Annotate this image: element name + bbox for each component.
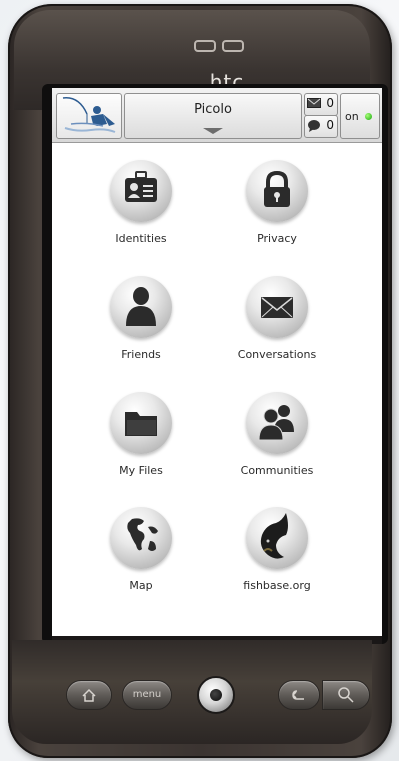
online-status-toggle[interactable]: on	[340, 93, 380, 139]
fisherman-logo-icon	[62, 97, 116, 133]
back-arrow-icon	[292, 690, 304, 700]
communities-button[interactable]	[246, 392, 308, 454]
comments-indicator[interactable]: 0	[304, 115, 338, 138]
menu-item-friends[interactable]: Friends	[71, 262, 211, 372]
online-status-dot-icon	[365, 113, 372, 120]
menu-item-label: My Files	[119, 464, 163, 477]
menu-button[interactable]: menu	[122, 680, 172, 710]
conversations-button[interactable]	[246, 276, 308, 338]
speaker-left	[194, 40, 216, 52]
fish-icon	[260, 513, 288, 559]
menu-item-conversations[interactable]: Conversations	[207, 262, 347, 372]
friends-button[interactable]	[110, 276, 172, 338]
fishbase-button[interactable]	[246, 507, 308, 569]
map-button[interactable]	[110, 507, 172, 569]
menu-item-privacy[interactable]: Privacy	[207, 146, 347, 256]
online-status-label: on	[345, 110, 359, 123]
top-bar: Picolo 0 0 on	[52, 88, 382, 143]
identities-button[interactable]	[110, 160, 172, 222]
menu-item-map[interactable]: Map	[71, 493, 211, 603]
search-button[interactable]	[322, 680, 370, 710]
home-icon	[82, 688, 96, 702]
trackball[interactable]	[197, 676, 235, 714]
person-icon	[126, 287, 156, 326]
speech-bubble-icon	[308, 120, 320, 132]
back-button[interactable]	[278, 680, 320, 710]
home-button[interactable]	[66, 680, 112, 710]
menu-item-fishbase[interactable]: fishbase.org	[207, 493, 347, 603]
my-files-button[interactable]	[110, 392, 172, 454]
globe-icon	[127, 518, 158, 551]
messages-indicator[interactable]: 0	[304, 93, 338, 116]
lock-icon	[264, 170, 290, 207]
privacy-button[interactable]	[246, 160, 308, 222]
menu-item-label: Identities	[115, 232, 167, 245]
profile-selector[interactable]: Picolo	[124, 93, 302, 139]
messages-count: 0	[326, 96, 334, 110]
menu-item-identities[interactable]: Identities	[71, 146, 211, 256]
id-card-icon	[125, 171, 157, 202]
search-icon	[338, 687, 354, 703]
menu-item-label: Communities	[240, 464, 314, 477]
screen: Picolo 0 0 on Identities Privacy Friends…	[52, 88, 382, 636]
menu-item-label: Map	[129, 579, 153, 592]
menu-item-label: Privacy	[257, 232, 297, 245]
mail-icon	[307, 98, 321, 108]
menu-item-label: Conversations	[237, 348, 317, 361]
envelope-icon	[261, 297, 293, 318]
menu-grid: Identities Privacy Friends Conversations…	[52, 146, 382, 636]
dropdown-arrow-icon	[203, 128, 223, 134]
speaker-right	[222, 40, 244, 52]
people-icon	[258, 405, 294, 441]
app-logo-button[interactable]	[56, 93, 122, 139]
profile-title: Picolo	[194, 102, 232, 117]
folder-icon	[125, 412, 157, 436]
menu-item-my-files[interactable]: My Files	[71, 378, 211, 488]
comments-count: 0	[326, 118, 334, 132]
menu-item-label: Friends	[121, 348, 161, 361]
menu-item-label: fishbase.org	[243, 579, 311, 592]
menu-item-communities[interactable]: Communities	[207, 378, 347, 488]
